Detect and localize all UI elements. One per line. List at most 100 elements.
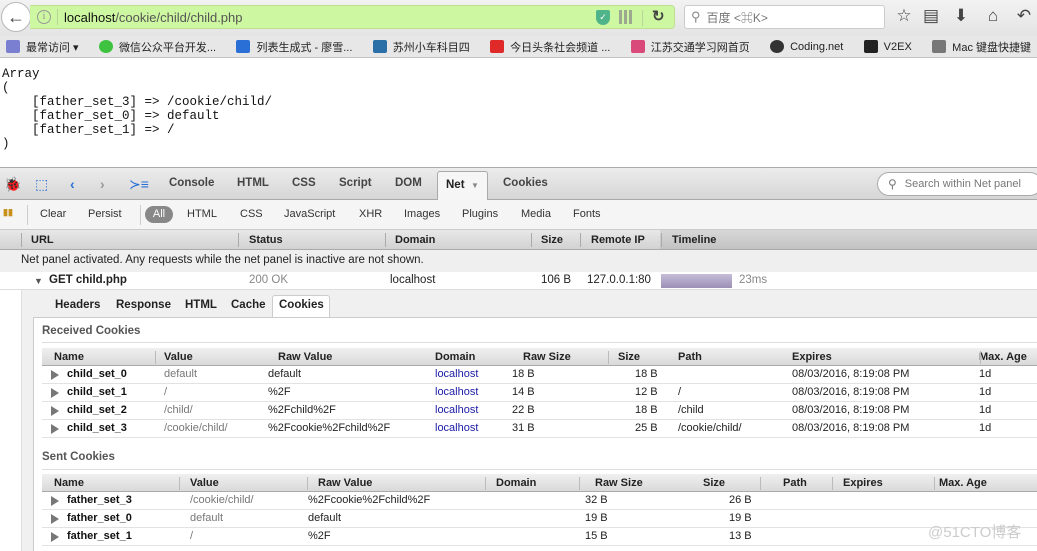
expand-triangle-icon[interactable]	[51, 532, 59, 542]
detail-tab-headers[interactable]: Headers	[55, 299, 100, 311]
cookie-row[interactable]: father_set_3/cookie/child/ %2Fcookie%2Fch…	[42, 492, 1037, 510]
detail-tab-cache[interactable]: Cache	[231, 299, 266, 311]
col-timeline[interactable]: Timeline	[672, 234, 716, 246]
clear-button[interactable]: Clear	[40, 208, 66, 220]
bookmark-item[interactable]: V2EX	[863, 40, 912, 53]
col-domain[interactable]: Domain	[395, 234, 435, 246]
col-max-age[interactable]: Max. Age	[939, 477, 987, 489]
col-expires[interactable]: Expires	[792, 351, 832, 363]
chevron-down-icon[interactable]: ▼	[471, 181, 479, 190]
info-icon[interactable]: i	[37, 10, 51, 24]
bookmark-item[interactable]: 苏州小车科目四	[372, 39, 470, 55]
url-path: /cookie/child/child.php	[115, 9, 243, 25]
clipboard-icon[interactable]: ▤	[920, 6, 942, 26]
cookie-row[interactable]: child_set_0 default default localhost 18 B 18…	[42, 366, 1037, 384]
cookie-row[interactable]: child_set_3/cookie/child/ %2Fcookie%2Fchi…	[42, 420, 1037, 438]
download-icon[interactable]: ⬇	[950, 6, 972, 26]
filter-plugins[interactable]: Plugins	[462, 208, 498, 220]
qrcode-icon[interactable]	[619, 10, 633, 24]
filter-xhr[interactable]: XHR	[359, 208, 382, 220]
tab-console[interactable]: Console	[169, 177, 214, 189]
chevron-left-icon[interactable]: ‹	[70, 176, 75, 192]
shield-icon[interactable]: ✓	[596, 10, 610, 25]
column-divider	[531, 233, 532, 247]
home-icon[interactable]: ⌂	[982, 6, 1004, 26]
star-icon[interactable]: ☆	[893, 6, 915, 26]
col-name[interactable]: Name	[54, 351, 84, 363]
request-row[interactable]: ▼ GET child.php 200 OK localhost 106 B 1…	[0, 272, 1037, 290]
bookmark-item[interactable]: 最常访问 ▾	[6, 39, 79, 55]
cookie-raw: %2F	[308, 530, 331, 542]
col-size[interactable]: Size	[703, 477, 725, 489]
col-url[interactable]: URL	[31, 234, 54, 246]
filter-media[interactable]: Media	[521, 208, 551, 220]
persist-button[interactable]: Persist	[88, 208, 122, 220]
cookie-row[interactable]: child_set_1 / %2F localhost 14 B 12 B / 08/03/2…	[42, 384, 1037, 402]
col-domain[interactable]: Domain	[496, 477, 536, 489]
bookmark-item[interactable]: Mac 键盘快捷键	[932, 39, 1031, 55]
command-line-icon[interactable]: ≻≡	[129, 176, 149, 193]
expand-triangle-icon[interactable]	[51, 424, 59, 434]
bookmark-item[interactable]: 列表生成式 - 廖雪...	[236, 39, 352, 55]
col-domain[interactable]: Domain	[435, 351, 475, 363]
expand-triangle-icon[interactable]	[51, 514, 59, 524]
filter-all[interactable]: All	[145, 206, 173, 223]
col-path[interactable]: Path	[783, 477, 807, 489]
col-name[interactable]: Name	[54, 477, 84, 489]
search-input[interactable]: ⚲ 百度 <⌘K>	[684, 5, 885, 29]
cookie-path: /child	[678, 404, 704, 416]
col-remote-ip[interactable]: Remote IP	[591, 234, 645, 246]
cookie-domain: localhost	[435, 386, 479, 398]
firebug-icon[interactable]: 🐞	[4, 176, 21, 193]
col-raw-value[interactable]: Raw Value	[278, 351, 332, 363]
reload-icon[interactable]: ↻	[652, 7, 665, 25]
filter-html[interactable]: HTML	[187, 208, 217, 220]
bookmark-item[interactable]: 江苏交通学习网首页	[630, 39, 750, 55]
address-bar[interactable]: i localhost/cookie/child/child.php ✓ ↻	[30, 5, 675, 29]
detail-tab-cookies[interactable]: Cookies	[272, 295, 330, 317]
col-status[interactable]: Status	[249, 234, 283, 246]
col-raw-size[interactable]: Raw Size	[523, 351, 571, 363]
cookie-table-header: Name Value Raw Value Domain Raw Size Size Path…	[42, 348, 1037, 366]
detail-tab-response[interactable]: Response	[116, 299, 171, 311]
col-expires[interactable]: Expires	[843, 477, 883, 489]
expand-triangle-icon[interactable]	[51, 496, 59, 506]
bookmark-item[interactable]: 微信公众平台开发...	[98, 39, 216, 55]
tab-script[interactable]: Script	[339, 177, 372, 189]
filter-css[interactable]: CSS	[240, 208, 263, 220]
col-value[interactable]: Value	[164, 351, 193, 363]
bookmark-item[interactable]: 今日头条社会频道 ...	[490, 39, 610, 55]
expand-triangle-icon[interactable]	[51, 406, 59, 416]
tab-cookies[interactable]: Cookies	[503, 177, 548, 189]
sent-cookies-title: Sent Cookies	[42, 451, 115, 463]
detail-tab-html[interactable]: HTML	[185, 299, 217, 311]
undo-icon[interactable]: ↶	[1013, 6, 1035, 26]
col-raw-size[interactable]: Raw Size	[595, 477, 643, 489]
expand-triangle-icon[interactable]	[51, 388, 59, 398]
expand-triangle-icon[interactable]: ▼	[34, 276, 43, 286]
expand-triangle-icon[interactable]	[51, 370, 59, 380]
back-button[interactable]: ←	[1, 2, 31, 32]
net-search-input[interactable]: ⚲ Search within Net panel	[877, 172, 1037, 196]
col-size[interactable]: Size	[541, 234, 563, 246]
tab-net[interactable]: Net ▼	[437, 171, 488, 201]
col-raw-value[interactable]: Raw Value	[318, 477, 372, 489]
bookmark-item[interactable]: Coding.net	[770, 40, 843, 53]
col-size[interactable]: Size	[618, 351, 640, 363]
tab-dom[interactable]: DOM	[395, 177, 422, 189]
tab-css[interactable]: CSS	[292, 177, 316, 189]
cookie-value: default	[164, 368, 198, 380]
filter-fonts[interactable]: Fonts	[573, 208, 601, 220]
xhr-breakpoint-icon[interactable]: ▮▮	[3, 207, 13, 218]
col-path[interactable]: Path	[678, 351, 702, 363]
filter-javascript[interactable]: JavaScript	[284, 208, 335, 220]
col-max-age[interactable]: Max. Age	[979, 351, 1027, 363]
cookie-row[interactable]: father_set_1 / %2F 15 B 13 B	[42, 528, 1037, 546]
chevron-right-icon[interactable]: ›	[100, 176, 105, 192]
inspect-icon[interactable]: ⬚	[35, 176, 48, 193]
cookie-row[interactable]: child_set_2/child/ %2Fchild%2F localhost 22…	[42, 402, 1037, 420]
filter-images[interactable]: Images	[404, 208, 440, 220]
cookie-row[interactable]: father_set_0 default default 19 B 19 B	[42, 510, 1037, 528]
col-value[interactable]: Value	[190, 477, 219, 489]
tab-html[interactable]: HTML	[237, 177, 269, 189]
